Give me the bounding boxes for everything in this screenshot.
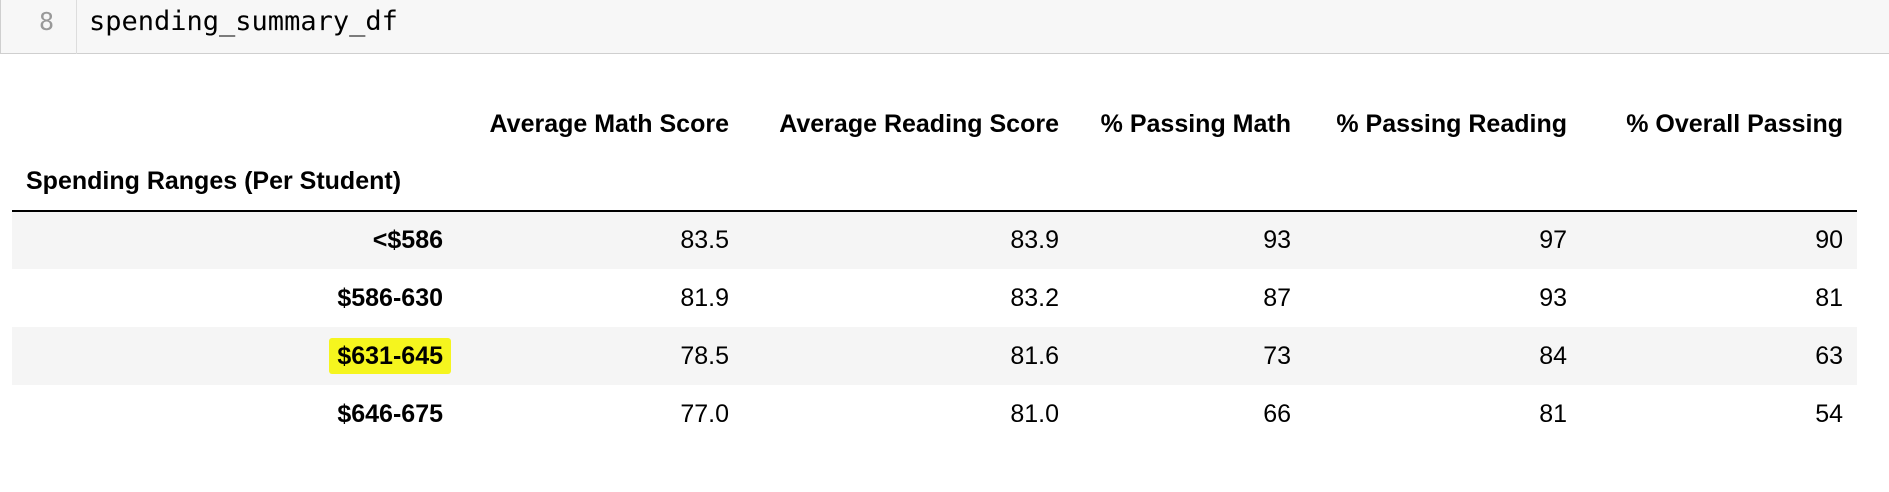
table-cell: 63 [1815, 341, 1843, 370]
line-number: 8 [1, 0, 77, 54]
table-cell: 81.9 [680, 283, 729, 312]
table-cell: 81 [1539, 399, 1567, 428]
table-cell: 84 [1539, 341, 1567, 370]
header-blank [12, 95, 457, 153]
table-cell: 87 [1263, 283, 1291, 312]
index-name: Spending Ranges (Per Student) [26, 167, 402, 195]
table-cell: 73 [1263, 341, 1291, 370]
row-index: $646-675 [337, 399, 443, 428]
table-cell: 77.0 [680, 399, 729, 428]
table-cell: 93 [1263, 226, 1291, 254]
table-cell: 81.6 [1010, 341, 1059, 370]
highlighted-index: $631-645 [329, 337, 451, 374]
table-cell: 83.2 [1010, 283, 1059, 312]
table-cell: 66 [1263, 399, 1291, 428]
row-index: <$586 [372, 226, 443, 254]
code-input[interactable]: spending_summary_df [89, 0, 398, 44]
table-cell: 81 [1815, 283, 1843, 312]
dataframe-table: Average Math Score Average Reading Score… [12, 95, 1857, 443]
column-header: % Overall Passing [1626, 109, 1843, 138]
table-cell: 83.9 [1010, 226, 1059, 254]
table-cell: 81.0 [1010, 399, 1059, 428]
column-header: % Passing Math [1100, 109, 1291, 138]
table-cell: 78.5 [680, 341, 729, 370]
cell-output: Average Math Score Average Reading Score… [12, 95, 1857, 443]
table-cell: 97 [1539, 226, 1567, 254]
table-row: $631-645 78.5 81.6 73 84 63 [12, 327, 1857, 385]
column-header-row: Average Math Score Average Reading Score… [12, 95, 1857, 153]
code-cell[interactable]: 8 spending_summary_df [0, 0, 1889, 54]
column-header: % Passing Reading [1336, 109, 1567, 138]
table-row: <$586 83.5 83.9 93 97 90 [12, 211, 1857, 269]
table-cell: 83.5 [680, 226, 729, 254]
table-row: $646-675 77.0 81.0 66 81 54 [12, 385, 1857, 443]
row-index: $631-645 [12, 327, 457, 385]
column-header: Average Math Score [489, 109, 729, 138]
table-row: $586-630 81.9 83.2 87 93 81 [12, 269, 1857, 327]
row-index: $586-630 [337, 283, 443, 312]
table-cell: 90 [1815, 226, 1843, 254]
table-cell: 54 [1815, 399, 1843, 428]
index-name-row: Spending Ranges (Per Student) [12, 153, 1857, 211]
column-header: Average Reading Score [779, 109, 1059, 138]
table-cell: 93 [1539, 283, 1567, 312]
